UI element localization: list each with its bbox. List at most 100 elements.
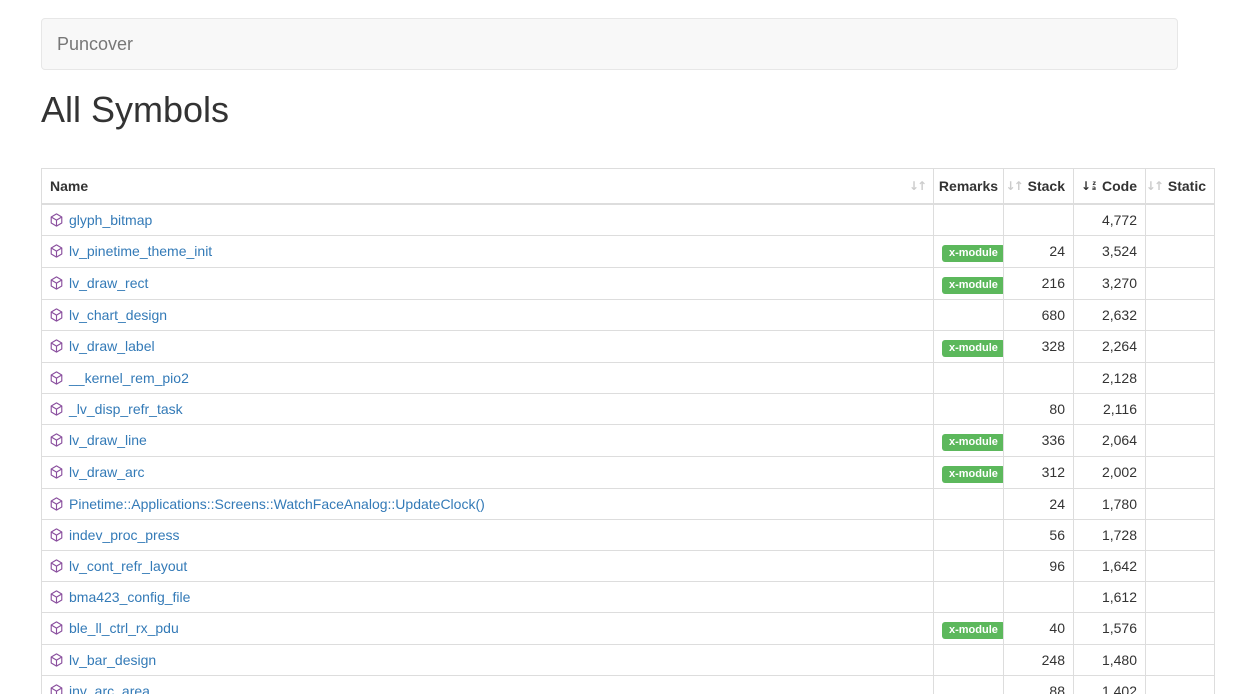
symbol-name-cell: glyph_bitmap — [42, 204, 934, 236]
symbol-link[interactable]: lv_draw_rect — [69, 275, 148, 291]
code-cell: 3,524 — [1074, 235, 1146, 267]
code-cell: 1,480 — [1074, 644, 1146, 675]
code-cell: 2,264 — [1074, 330, 1146, 362]
symbol-link[interactable]: lv_draw_arc — [69, 464, 144, 480]
page-title: All Symbols — [41, 90, 1260, 130]
symbol-name-cell: lv_cont_refr_layout — [42, 550, 934, 581]
symbol-name-cell: lv_draw_arc — [42, 456, 934, 488]
symbol-name-cell: _lv_disp_refr_task — [42, 393, 934, 424]
code-cell: 1,612 — [1074, 581, 1146, 612]
table-row: lv_pinetime_theme_initx-module243,524 — [42, 235, 1215, 267]
symbol-cube-icon — [50, 621, 63, 635]
static-cell — [1146, 330, 1215, 362]
static-cell — [1146, 581, 1215, 612]
column-header-static[interactable]: ↓↑Static — [1146, 168, 1215, 204]
stack-cell: 96 — [1004, 550, 1074, 581]
table-row: lv_draw_labelx-module3282,264 — [42, 330, 1215, 362]
remarks-cell: x-module — [934, 612, 1004, 644]
static-cell — [1146, 424, 1215, 456]
column-header-code[interactable]: ↓zaCode — [1074, 168, 1146, 204]
remarks-cell — [934, 488, 1004, 519]
stack-cell: 328 — [1004, 330, 1074, 362]
symbol-link[interactable]: lv_draw_line — [69, 432, 147, 448]
symbols-table: Name↓↑Remarks↓↑Stack↓zaCode↓↑Static glyp… — [41, 168, 1215, 694]
symbol-name-cell: Pinetime::Applications::Screens::WatchFa… — [42, 488, 934, 519]
column-header-name[interactable]: Name ↓↑ — [42, 168, 934, 204]
column-label-remarks: Remarks — [939, 176, 998, 196]
page-container: Puncover All Symbols Name↓↑Remarks↓↑Stac… — [0, 0, 1260, 694]
code-cell: 2,002 — [1074, 456, 1146, 488]
static-cell — [1146, 393, 1215, 424]
stack-cell: 40 — [1004, 612, 1074, 644]
symbol-link[interactable]: lv_pinetime_theme_init — [69, 243, 212, 259]
table-row: lv_draw_arc x-module3122,002 — [42, 456, 1215, 488]
stack-cell: 312 — [1004, 456, 1074, 488]
table-row: Pinetime::Applications::Screens::WatchFa… — [42, 488, 1215, 519]
column-label-name: Name — [50, 176, 88, 196]
table-row: bma423_config_file 1,612 — [42, 581, 1215, 612]
remarks-cell: x-module — [934, 267, 1004, 299]
code-cell: 2,632 — [1074, 299, 1146, 330]
stack-cell — [1004, 204, 1074, 236]
symbol-name-cell: bma423_config_file — [42, 581, 934, 612]
column-label-stack: Stack — [1028, 176, 1065, 196]
table-row: ble_ll_ctrl_rx_pdux-module401,576 — [42, 612, 1215, 644]
symbol-cube-icon — [50, 433, 63, 447]
symbol-link[interactable]: indev_proc_press — [69, 527, 180, 543]
symbol-cube-icon — [50, 465, 63, 479]
code-cell: 1,728 — [1074, 519, 1146, 550]
sort-desc-icon: ↓za — [1081, 180, 1096, 192]
symbol-link[interactable]: bma423_config_file — [69, 589, 190, 605]
column-header-stack[interactable]: ↓↑Stack — [1004, 168, 1074, 204]
code-cell: 1,642 — [1074, 550, 1146, 581]
symbol-name-cell: lv_chart_design — [42, 299, 934, 330]
static-cell — [1146, 362, 1215, 393]
x-module-badge: x-module — [942, 434, 1004, 451]
symbol-link[interactable]: Pinetime::Applications::Screens::WatchFa… — [69, 496, 485, 512]
table-row: _lv_disp_refr_task802,116 — [42, 393, 1215, 424]
static-cell — [1146, 267, 1215, 299]
code-cell: 2,064 — [1074, 424, 1146, 456]
symbol-link[interactable]: _lv_disp_refr_task — [69, 401, 183, 417]
remarks-cell — [934, 519, 1004, 550]
symbol-name-cell: lv_draw_rect — [42, 267, 934, 299]
symbol-cube-icon — [50, 590, 63, 604]
navbar: Puncover — [41, 18, 1178, 70]
x-module-badge: x-module — [942, 622, 1004, 639]
x-module-badge: x-module — [942, 245, 1004, 262]
symbol-cube-icon — [50, 684, 63, 694]
navbar-brand-link[interactable]: Puncover — [42, 19, 148, 69]
stack-cell: 24 — [1004, 488, 1074, 519]
sort-unsorted-icon: ↓↑ — [1146, 180, 1162, 192]
x-module-badge: x-module — [942, 466, 1004, 483]
stack-cell: 248 — [1004, 644, 1074, 675]
code-cell: 1,402 — [1074, 675, 1146, 694]
stack-cell: 56 — [1004, 519, 1074, 550]
symbol-name-cell: lv_draw_label — [42, 330, 934, 362]
symbol-link[interactable]: lv_cont_refr_layout — [69, 558, 187, 574]
stack-cell: 680 — [1004, 299, 1074, 330]
symbol-cube-icon — [50, 371, 63, 385]
symbol-link[interactable]: lv_bar_design — [69, 652, 156, 668]
symbol-link[interactable]: lv_chart_design — [69, 307, 167, 323]
table-row: __kernel_rem_pio2 2,128 — [42, 362, 1215, 393]
remarks-cell — [934, 550, 1004, 581]
remarks-cell: x-module — [934, 235, 1004, 267]
symbol-name-cell: lv_draw_line — [42, 424, 934, 456]
symbol-link[interactable]: ble_ll_ctrl_rx_pdu — [69, 620, 179, 636]
symbol-link[interactable]: lv_draw_label — [69, 338, 155, 354]
symbol-link[interactable]: inv_arc_area — [69, 683, 150, 694]
remarks-cell — [934, 644, 1004, 675]
symbol-name-cell: lv_bar_design — [42, 644, 934, 675]
symbol-link[interactable]: __kernel_rem_pio2 — [69, 370, 189, 386]
static-cell — [1146, 675, 1215, 694]
symbol-link[interactable]: glyph_bitmap — [69, 212, 152, 228]
sort-unsorted-icon: ↓↑ — [909, 180, 925, 192]
column-header-remarks[interactable]: Remarks — [934, 168, 1004, 204]
code-cell: 4,772 — [1074, 204, 1146, 236]
table-row: lv_draw_rectx-module2163,270 — [42, 267, 1215, 299]
stack-cell: 80 — [1004, 393, 1074, 424]
code-cell: 2,128 — [1074, 362, 1146, 393]
static-cell — [1146, 235, 1215, 267]
stack-cell — [1004, 581, 1074, 612]
